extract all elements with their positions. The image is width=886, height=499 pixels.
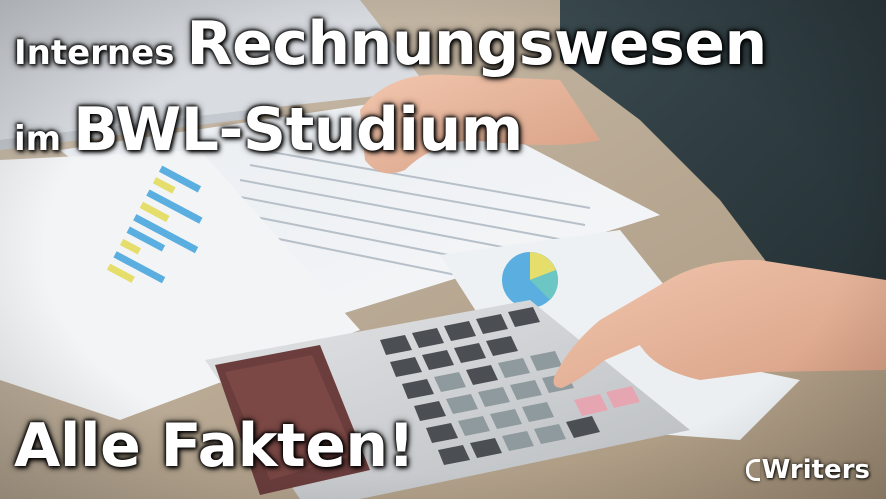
- headline-alle-fakten: Alle Fakten!: [14, 411, 415, 481]
- headline-word-im: im: [14, 119, 62, 159]
- writers-logo: Writers: [745, 455, 870, 485]
- headline-line-1: Internes Rechnungswesen: [14, 14, 767, 74]
- logo-text: Writers: [761, 455, 870, 485]
- thumbnail-image: Internes Rechnungswesen im BWL-Studium All…: [0, 0, 886, 499]
- headline-word-rechnungswesen: Rechnungswesen: [186, 9, 767, 79]
- c-mark-icon: [745, 459, 760, 481]
- headline-line-2: im BWL-Studium: [14, 100, 523, 160]
- headline-word-bwl-studium: BWL-Studium: [73, 95, 523, 165]
- headline-word-internes: Internes: [14, 33, 175, 73]
